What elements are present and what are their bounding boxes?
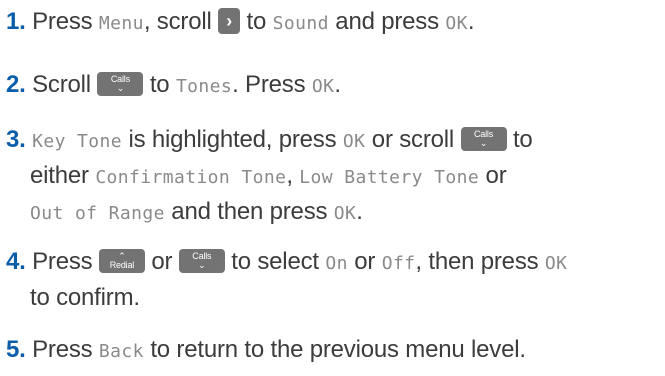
display-text-key-tone: Key Tone <box>32 131 122 152</box>
step-text: to select <box>224 248 326 275</box>
step-text: or scroll <box>365 126 461 153</box>
step-text: and press <box>328 8 446 35</box>
step-number: 1. <box>6 8 26 35</box>
calls-down-key-icon: Calls ⌄ <box>178 248 225 273</box>
step-number: 5. <box>6 336 26 363</box>
step-text: or <box>347 248 382 275</box>
display-text-ok: OK <box>544 253 568 274</box>
calls-down-key-icon: Calls ⌄ <box>460 126 507 151</box>
step-text: is highlighted, press <box>122 126 343 153</box>
step-text: Scroll <box>25 71 98 98</box>
display-text-confirmation-tone: Confirmation Tone <box>95 167 287 188</box>
step-text: , <box>286 162 300 189</box>
step-text: either <box>30 162 96 189</box>
step-text: or <box>144 248 179 275</box>
display-text-menu: Menu <box>98 13 144 34</box>
step-text: to <box>240 8 273 35</box>
step-2: 2. Scroll Calls ⌄ to Tones. Press OK. <box>6 68 659 104</box>
step-text: to confirm. <box>30 284 140 311</box>
right-arrow-key-icon: › <box>218 7 241 34</box>
step-text: , then press <box>415 248 545 275</box>
display-text-off: Off <box>381 253 416 274</box>
step-text: and then press <box>164 198 334 225</box>
display-text-on: On <box>325 253 348 274</box>
display-text-back: Back <box>98 341 144 362</box>
step-text: to <box>506 126 533 153</box>
step-text: or <box>479 162 507 189</box>
step-text: Press <box>25 248 99 275</box>
display-text-sound: Sound <box>272 13 329 34</box>
step-text: . <box>334 71 341 98</box>
redial-up-key-icon: ⌃ Redial <box>98 248 145 273</box>
instruction-steps: 1. Press Menu, scroll › to Sound and pre… <box>0 0 665 376</box>
step-1: 1. Press Menu, scroll › to Sound and pre… <box>6 5 659 41</box>
display-text-ok: OK <box>445 13 468 34</box>
step-text: to <box>143 71 176 98</box>
step-number: 3. <box>6 126 26 153</box>
step-text: . Press <box>232 71 312 98</box>
step-text: Press <box>25 336 99 363</box>
step-3: 3. Key Tone is highlighted, press OK or … <box>6 123 659 231</box>
step-5: 5. Press Back to return to the previous … <box>6 333 659 369</box>
step-number: 4. <box>6 248 26 275</box>
display-text-low-battery-tone: Low Battery Tone <box>299 167 480 188</box>
display-text-ok: OK <box>333 203 357 224</box>
display-text-tones: Tones <box>175 76 233 97</box>
display-text-out-of-range: Out of Range <box>30 203 165 224</box>
step-text: Press <box>25 8 99 35</box>
display-text-ok: OK <box>342 131 366 152</box>
step-number: 2. <box>6 71 26 98</box>
calls-down-key-icon: Calls ⌄ <box>97 71 144 96</box>
step-text: . <box>467 8 475 35</box>
step-text: to return to the previous menu level. <box>143 336 526 363</box>
step-text: , scroll <box>143 8 219 35</box>
display-text-ok: OK <box>311 76 335 97</box>
step-text: . <box>356 198 363 225</box>
step-4: 4. Press ⌃ Redial or Calls ⌄ to select On … <box>6 245 659 315</box>
